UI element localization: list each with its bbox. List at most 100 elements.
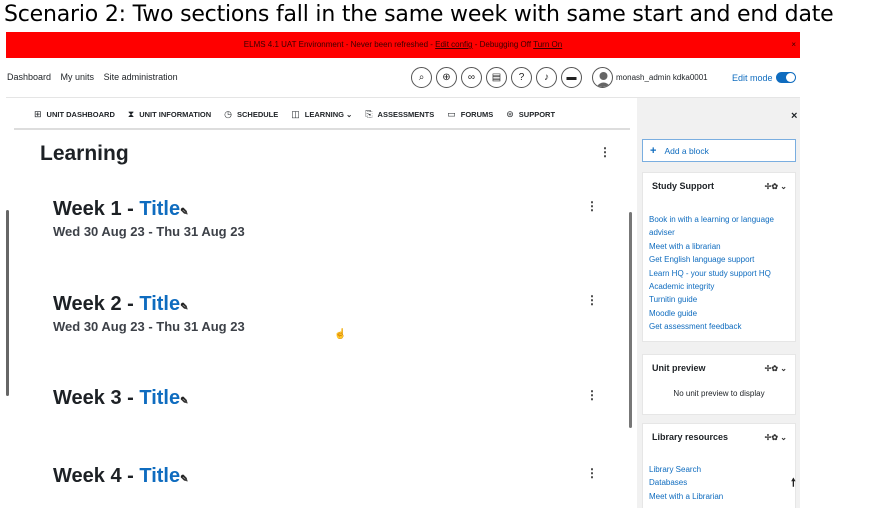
week-label: Week 2 - — [53, 293, 140, 315]
support-link[interactable]: Book in with a learning or language advi… — [649, 213, 789, 240]
block-title: Library resources — [652, 432, 729, 442]
week-section: Week 1 - Title✎ Wed 30 Aug 23 - Thu 31 A… — [53, 198, 245, 239]
nav-dashboard-link[interactable]: Dashboard — [7, 72, 51, 82]
turn-on-link[interactable]: Turn On — [533, 40, 562, 49]
tab-schedule[interactable]: ◷ SCHEDULE — [224, 109, 278, 120]
week-title-link[interactable]: Title — [139, 465, 180, 487]
library-link[interactable]: Meet with a Librarian — [649, 490, 789, 503]
tab-forums[interactable]: ▭ FORUMS — [447, 109, 493, 120]
message-icon[interactable]: ▬ — [561, 67, 582, 88]
nav-site-admin-link[interactable]: Site administration — [104, 72, 178, 82]
nav-my-units-link[interactable]: My units — [61, 72, 95, 82]
week-date-range: Wed 30 Aug 23 - Thu 31 Aug 23 — [53, 224, 245, 239]
content-scrollbar[interactable] — [629, 212, 632, 428]
browser-frame: ELMS 4.1 UAT Environment - Never been re… — [6, 32, 800, 508]
tab-label: UNIT DASHBOARD — [46, 109, 115, 119]
week-heading: Week 4 - Title✎ — [53, 465, 189, 488]
library-link[interactable]: Library Search — [649, 463, 789, 476]
environment-banner: ELMS 4.1 UAT Environment - Never been re… — [6, 32, 800, 58]
week-title-link[interactable]: Title — [139, 198, 180, 220]
support-link[interactable]: Turnitin guide — [649, 293, 789, 306]
support-link[interactable]: Get assessment feedback — [649, 320, 789, 333]
close-icon[interactable]: × — [791, 32, 796, 58]
edit-mode-label: Edit mode — [732, 73, 773, 83]
tab-label: SCHEDULE — [237, 109, 279, 119]
support-link[interactable]: Get English language support — [649, 253, 789, 266]
kebab-menu-icon[interactable]: ⋮ — [586, 200, 598, 212]
hand-cursor-icon: ☝ — [334, 329, 347, 340]
kebab-menu-icon[interactable]: ⋮ — [586, 389, 598, 401]
week-label: Week 3 - — [53, 387, 140, 409]
week-heading: Week 1 - Title✎ — [53, 198, 245, 221]
edit-config-link[interactable]: Edit config — [435, 40, 472, 49]
library-links: Library Search Databases Meet with a Lib… — [643, 450, 795, 503]
kebab-menu-icon[interactable]: ⋮ — [586, 467, 598, 479]
env-banner-debug: - Debugging Off — [472, 40, 534, 49]
assessment-icon: ⎘ — [365, 108, 373, 119]
tab-unit-information[interactable]: ⧗ UNIT INFORMATION — [128, 109, 211, 120]
tab-unit-dashboard[interactable]: ⊞ UNIT DASHBOARD — [34, 109, 115, 120]
tab-label: FORUMS — [460, 109, 494, 119]
search-icon[interactable]: ⌕ — [411, 67, 432, 88]
block-header: Library resources ✢✿ ⌄ — [643, 424, 795, 450]
support-link[interactable]: Moodle guide — [649, 307, 789, 320]
user-name[interactable]: monash_admin kdka0001 — [616, 73, 708, 82]
block-actions-icon[interactable]: ✢✿ ⌄ — [765, 364, 787, 373]
week-heading: Week 3 - Title✎ — [53, 387, 189, 410]
unit-preview-message: No unit preview to display — [673, 389, 765, 398]
pencil-icon[interactable]: ✎ — [180, 207, 188, 218]
week-title-link[interactable]: Title — [139, 387, 180, 409]
clock-icon: ◷ — [224, 108, 233, 119]
add-block-button[interactable]: + Add a block — [642, 139, 796, 162]
week-heading: Week 2 - Title✎ — [53, 293, 245, 316]
back-to-top-icon[interactable]: 🠕 — [791, 474, 796, 493]
week-section: Week 3 - Title✎ — [53, 387, 189, 410]
help-icon[interactable]: ? — [511, 67, 532, 88]
hourglass-icon: ⧗ — [127, 108, 135, 119]
bell-icon[interactable]: ♪ — [536, 67, 557, 88]
page-title: Learning — [40, 142, 129, 165]
pencil-icon[interactable]: ✎ — [180, 396, 188, 407]
top-navigation: Dashboard My units Site administration ⌕… — [6, 58, 800, 98]
block-actions-icon[interactable]: ✢✿ ⌄ — [765, 433, 787, 442]
week-title-link[interactable]: Title — [139, 293, 180, 315]
tab-label: SUPPORT — [518, 109, 556, 119]
week-label: Week 4 - — [53, 465, 140, 487]
block-title: Unit preview — [652, 363, 706, 373]
edit-mode-toggle[interactable] — [776, 72, 796, 83]
link-icon[interactable]: ∞ — [461, 67, 482, 88]
tab-learning[interactable]: ◫ LEARNING ⌄ — [291, 109, 352, 120]
plus-icon: + — [650, 144, 657, 157]
library-resources-block: Library resources ✢✿ ⌄ Library Search Da… — [642, 423, 796, 508]
tab-label: UNIT INFORMATION — [139, 109, 212, 119]
tab-assessments[interactable]: ⎘ ASSESSMENTS — [365, 109, 434, 120]
block-title: Study Support — [652, 181, 714, 191]
pencil-icon[interactable]: ✎ — [180, 302, 188, 313]
primary-nav-links: Dashboard My units Site administration — [7, 72, 185, 82]
block-actions-icon[interactable]: ✢✿ ⌄ — [765, 182, 787, 191]
support-link[interactable]: Academic integrity — [649, 280, 789, 293]
notebook-icon[interactable]: ▤ — [486, 67, 507, 88]
env-banner-text: ELMS 4.1 UAT Environment - Never been re… — [243, 40, 436, 49]
tab-support[interactable]: ⊛ SUPPORT — [506, 109, 555, 120]
kebab-menu-icon[interactable]: ⋮ — [586, 294, 598, 306]
support-icon: ⊛ — [506, 108, 514, 119]
week-label: Week 1 - — [53, 198, 140, 220]
left-scroll-indicator[interactable] — [6, 210, 9, 396]
tab-label: ASSESSMENTS — [377, 109, 435, 119]
avatar[interactable] — [592, 67, 613, 88]
support-link[interactable]: Learn HQ - your study support HQ — [649, 267, 789, 280]
study-support-links: Book in with a learning or language advi… — [643, 199, 795, 334]
book-icon: ◫ — [291, 108, 300, 119]
close-icon[interactable]: × — [791, 110, 797, 122]
support-link[interactable]: Meet with a librarian — [649, 240, 789, 253]
zoom-icon[interactable]: ⊕ — [436, 67, 457, 88]
library-link[interactable]: Databases — [649, 476, 789, 489]
block-header: Study Support ✢✿ ⌄ — [643, 173, 795, 199]
forum-icon: ▭ — [447, 108, 456, 119]
pencil-icon[interactable]: ✎ — [180, 474, 188, 485]
kebab-menu-icon[interactable]: ⋮ — [599, 146, 611, 158]
grid-icon: ⊞ — [34, 108, 42, 119]
unit-preview-block: Unit preview ✢✿ ⌄ No unit preview to dis… — [642, 354, 796, 415]
tab-label: LEARNING ⌄ — [304, 109, 353, 119]
